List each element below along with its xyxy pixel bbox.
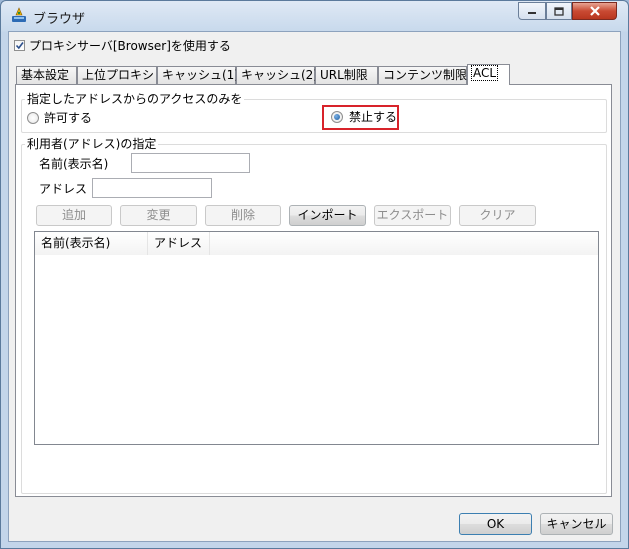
close-icon xyxy=(589,6,600,16)
tab-url-restriction[interactable]: URL制限 xyxy=(315,66,378,84)
address-list[interactable]: 名前(表示名) アドレス xyxy=(34,231,599,445)
dialog-client-area: プロキシサーバ[Browser]を使用する 基本設定 上位プロキシ キャッシュ(… xyxy=(8,31,621,542)
tab-label: コンテンツ制限 xyxy=(383,68,468,82)
tab-label: キャッシュ(1) xyxy=(162,68,239,82)
maximize-icon xyxy=(554,6,564,16)
app-icon xyxy=(12,7,26,22)
column-header-name[interactable]: 名前(表示名) xyxy=(35,232,148,255)
deny-radio[interactable] xyxy=(331,111,343,123)
column-header-filler xyxy=(210,232,598,255)
proxy-enable-label[interactable]: プロキシサーバ[Browser]を使用する xyxy=(29,37,231,54)
address-input[interactable] xyxy=(92,178,212,198)
tab-acl[interactable]: ACL xyxy=(467,64,510,85)
tab-label: URL制限 xyxy=(320,68,368,82)
change-button[interactable]: 変更 xyxy=(120,205,197,226)
name-input[interactable] xyxy=(131,153,250,173)
proxy-enable-checkbox[interactable] xyxy=(14,40,25,51)
clear-button[interactable]: クリア xyxy=(459,205,536,226)
checkmark-icon xyxy=(15,42,24,50)
export-button[interactable]: エクスポート xyxy=(374,205,451,226)
name-field-label: 名前(表示名) xyxy=(39,157,109,171)
tab-cache-1[interactable]: キャッシュ(1) xyxy=(157,66,239,84)
import-button[interactable]: インポート xyxy=(289,205,366,226)
cancel-button[interactable]: キャンセル xyxy=(540,513,613,535)
browser-dialog-window: ブラウザ プロキシサーバ[Browser]を使用する 基本設定 上位プロキシ キ… xyxy=(0,0,629,549)
minimize-icon xyxy=(528,12,536,14)
address-field-label: アドレス xyxy=(39,182,88,196)
maximize-button[interactable] xyxy=(546,2,572,20)
tab-label: キャッシュ(2) xyxy=(241,68,318,82)
tab-label: 上位プロキシ xyxy=(82,68,155,82)
tab-label: 基本設定 xyxy=(21,68,70,82)
close-button[interactable] xyxy=(572,2,617,20)
add-button[interactable]: 追加 xyxy=(36,205,112,226)
allow-radio[interactable] xyxy=(27,112,39,124)
tab-content-restriction[interactable]: コンテンツ制限 xyxy=(378,66,467,84)
tab-label: ACL xyxy=(470,65,499,81)
ok-button[interactable]: OK xyxy=(459,513,532,535)
tab-cache-2[interactable]: キャッシュ(2) xyxy=(236,66,318,84)
allow-radio-label[interactable]: 許可する xyxy=(44,109,92,126)
tab-basic-settings[interactable]: 基本設定 xyxy=(16,66,77,84)
window-title: ブラウザ xyxy=(33,12,86,27)
user-address-group-label: 利用者(アドレス)の指定 xyxy=(25,135,159,152)
tab-upstream-proxy[interactable]: 上位プロキシ xyxy=(77,66,157,84)
access-mode-group-label: 指定したアドレスからのアクセスのみを xyxy=(25,90,245,107)
delete-button[interactable]: 削除 xyxy=(205,205,281,226)
minimize-button[interactable] xyxy=(518,2,546,20)
acl-tab-panel: 指定したアドレスからのアクセスのみを 許可する 禁止する 利用者(アドレス)の指… xyxy=(15,84,612,497)
deny-radio-label[interactable]: 禁止する xyxy=(349,108,397,125)
title-bar[interactable]: ブラウザ xyxy=(1,1,628,31)
column-header-address[interactable]: アドレス xyxy=(148,232,210,255)
